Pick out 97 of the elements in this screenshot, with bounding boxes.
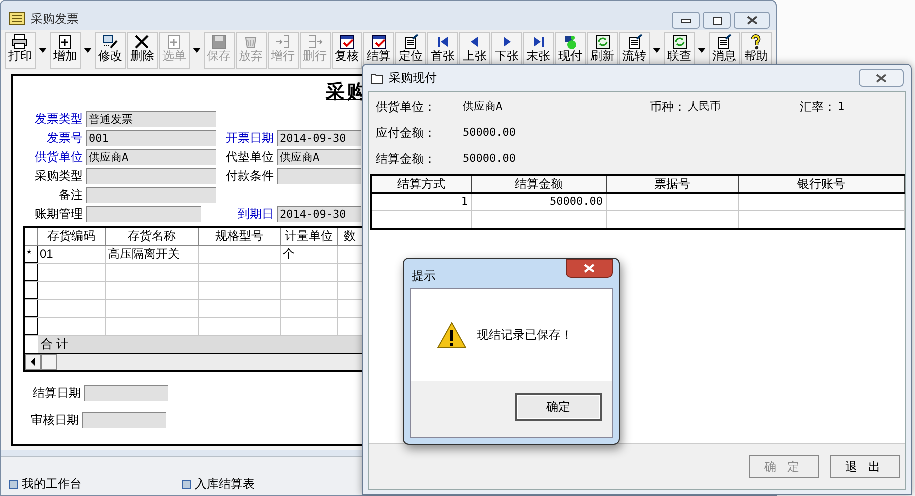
warning-icon xyxy=(437,322,467,348)
toolbar-button[interactable]: 删除 xyxy=(126,32,158,69)
info-label: 应付金额： xyxy=(376,125,437,142)
bottom-tab[interactable]: 我的工作台 xyxy=(9,475,82,493)
info-label: 币种： xyxy=(650,99,687,116)
field-label: 开票日期 xyxy=(225,130,274,147)
column-header: 计量单位 xyxy=(281,228,338,245)
input-field[interactable]: 2014-09-30 xyxy=(277,130,361,146)
close-button[interactable] xyxy=(566,259,613,278)
folder-icon xyxy=(9,12,25,25)
bottom-tab[interactable]: 入库结算表 xyxy=(182,475,255,493)
close-icon xyxy=(584,264,595,273)
refresh-icon xyxy=(594,34,611,50)
info-value: 1 xyxy=(838,98,845,115)
input-field[interactable]: 供应商A xyxy=(277,149,361,165)
delete-row-icon xyxy=(307,34,324,50)
cross-icon xyxy=(134,34,150,50)
close-button[interactable] xyxy=(859,69,904,87)
person-icon xyxy=(562,34,579,50)
window-title: 采购发票 xyxy=(31,10,79,28)
input-field[interactable] xyxy=(82,412,166,428)
toolbar-button[interactable]: 修改 xyxy=(94,32,126,69)
save-icon xyxy=(211,34,228,50)
document-edit-icon xyxy=(626,34,643,50)
alert-title: 提示 xyxy=(412,268,436,285)
field-label: 到期日 xyxy=(237,206,274,223)
table-cell: 50000.00 xyxy=(472,194,607,210)
column-header: 存货编码 xyxy=(38,228,106,245)
field-label: 代垫单位 xyxy=(225,149,274,166)
minimize-button[interactable] xyxy=(672,12,700,29)
scroll-left-button[interactable] xyxy=(25,354,41,370)
row-header: * xyxy=(25,246,38,263)
window-icon xyxy=(182,480,191,488)
close-icon xyxy=(746,16,758,25)
table-cell: 1 xyxy=(372,194,472,210)
table-cell: 01 xyxy=(38,246,106,263)
info-value: 供应商A xyxy=(463,98,503,115)
column-header: 规格型号 xyxy=(199,228,281,245)
insert-row-icon xyxy=(275,34,292,50)
table-cell: 高压隔离开关 xyxy=(106,246,199,263)
input-field[interactable]: 供应商A xyxy=(86,149,216,165)
input-field[interactable] xyxy=(86,187,216,203)
add-document-icon xyxy=(166,34,182,50)
add-document-icon xyxy=(57,34,74,50)
close-button[interactable] xyxy=(734,12,770,29)
info-label: 结算金额： xyxy=(376,151,437,168)
table-cell: 个 xyxy=(281,246,338,263)
input-field[interactable] xyxy=(86,206,201,222)
input-field[interactable] xyxy=(86,168,216,184)
scroll-thumb[interactable] xyxy=(41,354,57,370)
document-edit-icon xyxy=(402,34,419,50)
input-field[interactable]: 2014-09-30 xyxy=(277,206,361,222)
input-field[interactable] xyxy=(84,385,168,401)
info-value: 50000.00 xyxy=(463,150,516,167)
field-label: 结算日期 xyxy=(33,385,81,402)
column-header: 结算方式 xyxy=(372,176,472,192)
info-value: 50000.00 xyxy=(463,124,516,141)
column-header: 银行账号 xyxy=(739,176,905,192)
toolbar-button[interactable]: 打印 xyxy=(5,32,36,69)
field-label: 备注 xyxy=(58,187,83,204)
input-field[interactable]: 普通发票 xyxy=(86,111,216,127)
checked-window-icon xyxy=(370,34,387,50)
field-label: 付款条件 xyxy=(225,168,274,185)
ok-button[interactable]: 确定 xyxy=(515,393,602,421)
dialog-button[interactable]: 退 出 xyxy=(830,455,900,478)
left-arrow-icon xyxy=(31,358,35,366)
field-label: 审核日期 xyxy=(31,412,79,429)
refresh-icon xyxy=(672,34,688,50)
info-value: 人民币 xyxy=(688,98,721,115)
field-label: 账期管理 xyxy=(34,206,83,223)
printer-icon xyxy=(12,34,28,50)
dialog-title: 采购现付 xyxy=(389,70,437,87)
window-icon xyxy=(9,480,18,488)
column-header: 票据号 xyxy=(607,176,739,192)
maximize-button[interactable] xyxy=(703,12,731,29)
info-label: 汇率： xyxy=(800,99,837,116)
field-label: 发票号 xyxy=(46,130,83,147)
toolbar-button[interactable]: 复核 xyxy=(332,32,362,69)
field-label: 发票类型 xyxy=(34,111,83,128)
row-header xyxy=(25,336,38,353)
checked-window-icon xyxy=(339,34,355,50)
info-label: 供货单位： xyxy=(376,99,437,116)
field-label: 采购类型 xyxy=(34,168,83,185)
input-field[interactable] xyxy=(277,168,361,184)
minimize-icon xyxy=(681,18,691,22)
close-icon xyxy=(876,74,887,82)
column-header: 存货名称 xyxy=(106,228,199,245)
toolbar-button[interactable]: 增加 xyxy=(50,32,81,69)
maximize-icon xyxy=(712,16,722,24)
field-label: 供货单位 xyxy=(34,149,83,166)
column-header: 结算金额 xyxy=(472,176,607,192)
total-label: 合 计 xyxy=(40,336,70,353)
alert-message: 现结记录已保存！ xyxy=(477,327,573,344)
document-edit-icon xyxy=(716,34,732,50)
input-field[interactable]: 001 xyxy=(86,130,216,146)
folder-icon xyxy=(371,72,384,84)
edit-icon xyxy=(102,34,118,50)
